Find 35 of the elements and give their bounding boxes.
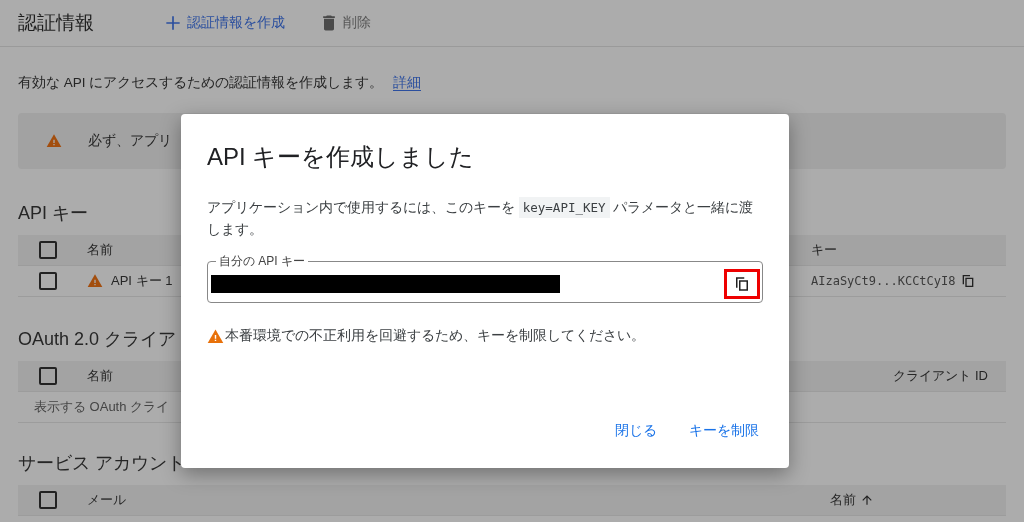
description-text: 有効な API にアクセスするための認証情報を作成します。 詳細: [17, 74, 423, 93]
dialog-title: API キーを作成しました: [207, 142, 476, 172]
row-checkbox[interactable]: [39, 272, 57, 290]
plus-icon: [163, 13, 183, 33]
warning-text: 本番環境での不正利用を回避するため、キーを制限してください。: [225, 327, 645, 345]
column-header: クライアント ID: [893, 368, 988, 383]
warning-icon: [207, 327, 224, 345]
notice-text: 必ず、アプリ: [88, 132, 172, 150]
dialog-button[interactable]: キーを制限: [685, 418, 763, 444]
column-header: 名前: [830, 491, 856, 509]
column-header: 名前: [87, 367, 113, 385]
select-all-checkbox[interactable]: [39, 241, 57, 259]
select-all-checkbox[interactable]: [39, 367, 57, 385]
section-heading: OAuth 2.0 クライア: [18, 328, 177, 351]
api-key-field[interactable]: 自分の API キー: [207, 253, 763, 303]
column-header: メール: [87, 491, 126, 509]
select-all-checkbox[interactable]: [39, 491, 57, 509]
column-header: 名前: [87, 241, 113, 259]
section-heading: サービス アカウント: [18, 452, 185, 475]
empty-table-message: 表示する OAuth クライ: [33, 398, 170, 416]
dialog-message: アプリケーション内で使用するには、このキーを key=API_KEY パラメータと一緒に渡します。: [207, 197, 763, 241]
learn-more-link[interactable]: 詳細: [393, 75, 422, 91]
column-header: キー: [811, 241, 837, 259]
page-title: 認証情報: [18, 11, 95, 35]
sort-up-arrow-icon[interactable]: [860, 493, 874, 507]
warning-icon: [46, 133, 62, 149]
field-label: 自分の API キー: [218, 253, 306, 269]
copy-icon: [733, 275, 751, 293]
key-value: AIzaSyCt9...KCCtCyI8: [811, 274, 956, 288]
key-name-link[interactable]: API キー 1: [111, 272, 173, 290]
section-heading: API キー: [18, 202, 88, 225]
copy-button[interactable]: [724, 269, 760, 299]
create-credentials-button[interactable]: 認証情報を作成: [163, 13, 285, 33]
delete-button[interactable]: 削除: [319, 13, 371, 33]
dialog-button[interactable]: 閉じる: [611, 418, 661, 444]
